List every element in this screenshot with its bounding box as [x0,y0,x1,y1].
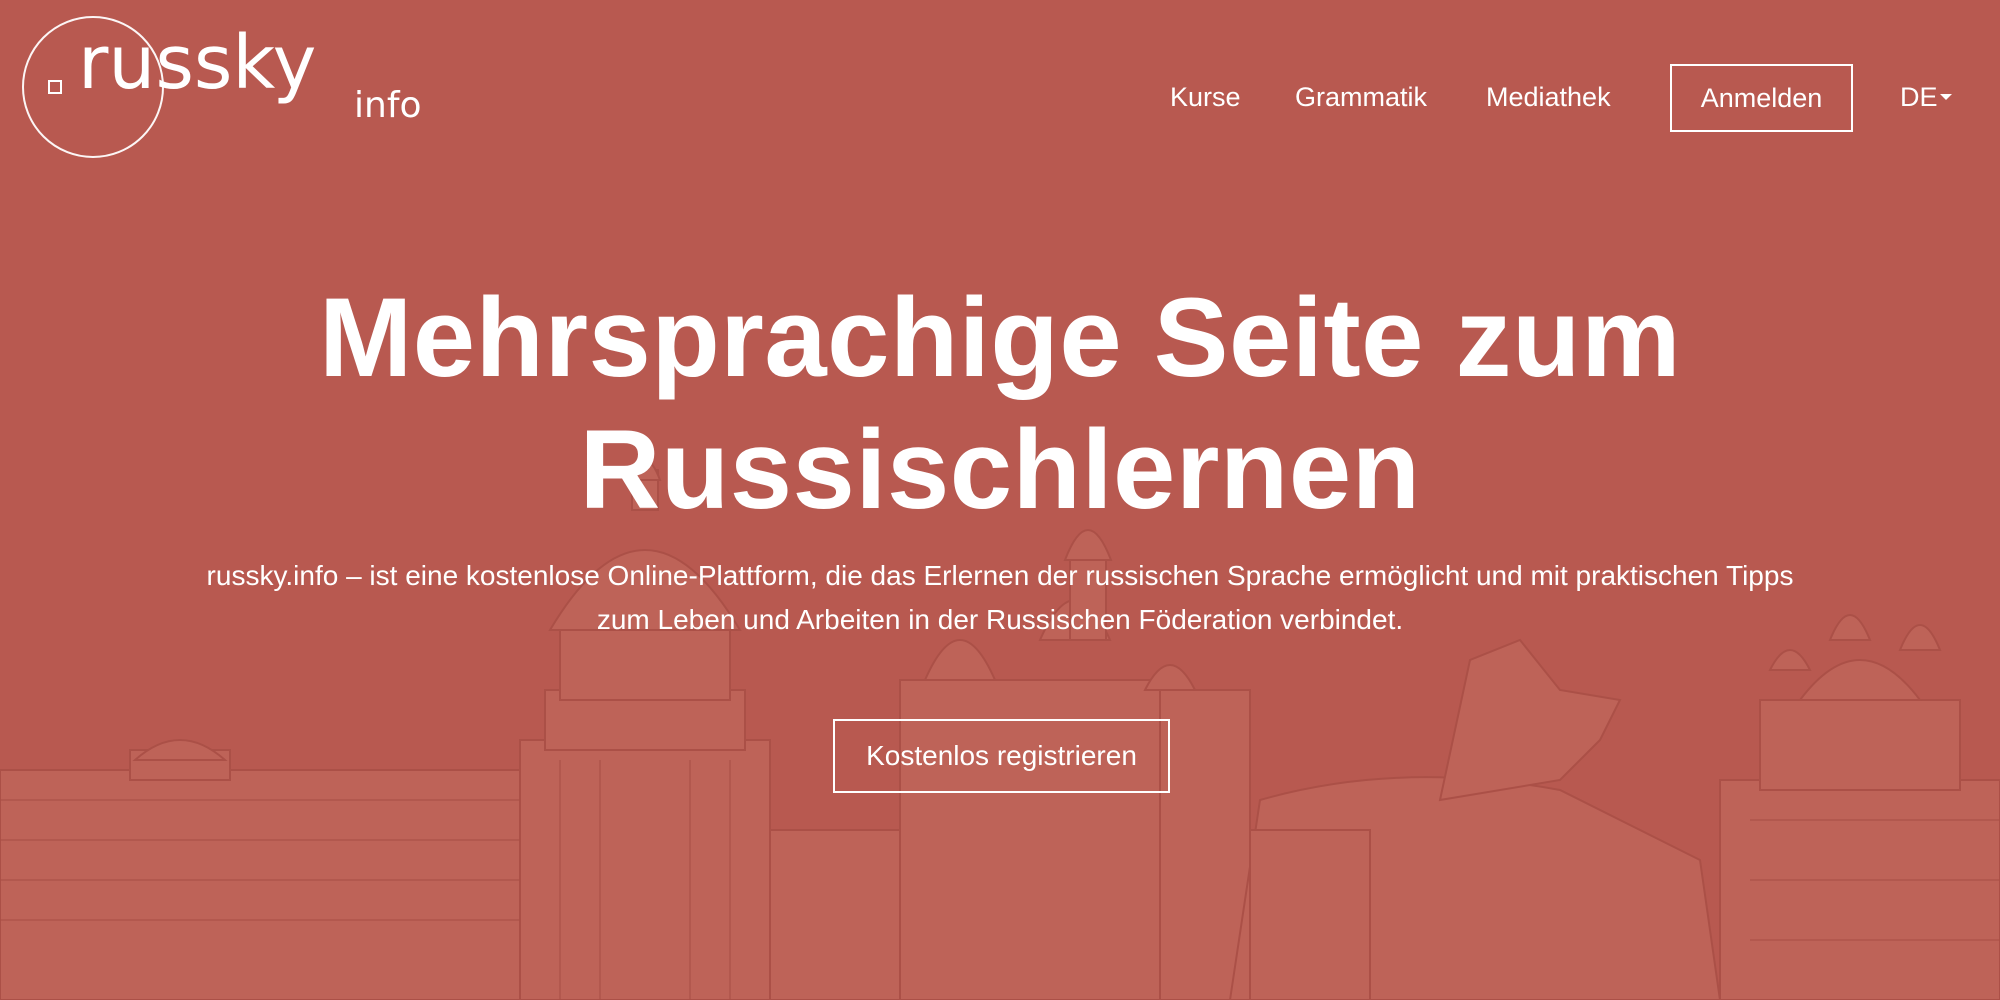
nav-item-kurse[interactable]: Kurse [1170,82,1241,113]
register-button-label: Kostenlos registrieren [866,740,1137,771]
language-selector[interactable]: DE [1900,82,1952,113]
login-button-label: Anmelden [1700,83,1823,113]
login-button[interactable]: Anmelden [1670,64,1853,132]
nav-item-grammatik[interactable]: Grammatik [1295,82,1427,113]
hero-section: russky info Kurse Grammatik Mediathek An… [0,0,2000,1000]
headline-line-2: Russischlernen [579,407,1421,532]
register-free-button[interactable]: Kostenlos registrieren [833,719,1170,793]
page-headline: Mehrsprachige Seite zum Russischlernen [100,272,1900,536]
main-navigation: Kurse Grammatik Mediathek Anmelden DE [0,64,2000,134]
nav-item-mediathek[interactable]: Mediathek [1486,82,1611,113]
hero-description: russky.info – ist eine kostenlose Online… [120,554,1880,642]
headline-line-1: Mehrsprachige Seite zum [318,275,1682,400]
description-line-2: zum Leben und Arbeiten in der Russischen… [596,604,1404,635]
language-code: DE [1900,82,1938,112]
caret-down-icon [1939,93,1952,100]
description-line-1: russky.info – ist eine kostenlose Online… [206,560,1794,591]
